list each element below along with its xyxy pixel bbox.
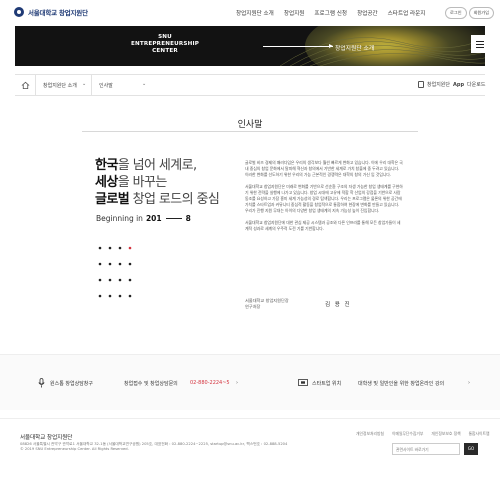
hero-title: SNU ENTREPRENEURSHIP CENTER [130,34,200,54]
title-divider [82,131,418,132]
hero-arrow [263,44,333,48]
footer-link-sitemap[interactable]: 통합사이트맵 [469,431,490,437]
chevron-right-icon: › [468,380,470,386]
greeting-paragraph: 서울대학교 창업지원단에 대한 관심 제공 시스템과 공조와 다른 인프라를 통… [245,219,401,231]
greeting-paragraph: 글로벌 비즈 경제의 패러다임은 우리의 생각보다 훨씬 빠르게 변화고 있습니… [245,160,403,178]
snu-emblem-icon [14,7,24,17]
consult-inquiry-label: 창업접수 및 창업상담문의 [124,381,178,387]
startup-location-link[interactable]: 스타트업 위치 [312,380,341,387]
greeting-paragraph: 서울대학교 창업지원단은 미래로 변화를 기반으로 선순환 구조의 자생 가능한… [245,183,403,214]
footer-address: 08826 서울특별시 관악구 관악로1 서울대학교 32-1동 (서울대학교연… [20,442,288,451]
breadcrumb-select-level1[interactable]: 창업지원단 소개 ⌄ [35,75,91,95]
nav-item-space[interactable]: 창업공간 [357,9,378,17]
signature-org: 서울대학교 창업지원단장 연구처장 [245,298,289,309]
related-sites-go-button[interactable]: GO [464,443,478,455]
footer-links: 개인정보처리방침 이메일무단수집거부 개인정보보호 정책 통합사이트맵 [356,431,490,437]
chevron-down-icon: ⌄ [82,81,87,87]
decorative-dot-grid [98,246,132,298]
onestop-consult-label[interactable]: 원스톱 창업상담창구 [50,380,93,387]
login-button[interactable]: 로그인 [445,7,467,19]
footer-link-privacy[interactable]: 개인정보처리방침 [356,431,384,437]
nav-item-programs[interactable]: 프로그램 신청 [314,9,347,17]
microphone-icon [38,378,45,388]
nav-item-support[interactable]: 창업지원 [284,9,305,17]
year-dash [165,218,182,219]
online-lecture-link[interactable]: 대학생 및 일반인을 위한 창업온라인 강의 [358,380,444,387]
hero-banner: SNU ENTREPRENEURSHIP CENTER 창업지원단 소개 [15,26,485,66]
main-nav: 창업지원단 소개 창업지원 프로그램 신청 창업공간 스타트업 라운지 [236,9,425,17]
page-title: 인사말 [237,120,263,130]
slogan: 한국을 넘어 세계로, 세상을 바꾸는 글로벌 창업 로드의 중심 [95,158,220,207]
nav-item-lounge[interactable]: 스타트업 라운지 [388,9,426,17]
greeting-body: 글로벌 비즈 경제의 패러다임은 우리의 생각보다 훨씬 빠르게 변화고 있습니… [245,160,403,237]
site-footer: 서울대학교 창업지원단 08826 서울특별시 관악구 관악로1 서울대학교 3… [0,418,500,478]
mobile-phone-icon [418,81,424,88]
footer-link-privacy-policy[interactable]: 개인정보보호 정책 [431,431,460,437]
signature: 서울대학교 창업지원단장 연구처장 김 용 진 [245,298,351,310]
breadcrumb: 창업지원단 소개 ⌄ 인사말 ⌄ 창업지원단 App 다운로드 [15,74,485,96]
signup-button[interactable]: 회원가입 [468,7,494,19]
home-icon[interactable] [21,81,30,90]
beginning-year: Beginning in 201 8 [96,214,191,223]
chevron-down-icon: ⌄ [142,81,147,87]
related-sites-select[interactable]: 관련사이트 바로가기 [392,443,460,455]
footer-link-email-refusal[interactable]: 이메일무단수집거부 [392,431,423,437]
breadcrumb-select-level2[interactable]: 인사말 ⌄ [91,75,151,95]
nav-item-about[interactable]: 창업지원단 소개 [236,9,274,17]
site-header: 서울대학교 창업지원단 창업지원단 소개 창업지원 프로그램 신청 창업공간 스… [0,0,500,26]
site-logo[interactable]: 서울대학교 창업지원단 [14,7,88,17]
monitor-icon [298,379,308,386]
util-nav: 로그인 회원가입 [445,7,494,19]
footer-org-name: 서울대학교 창업지원단 [20,435,73,441]
app-download-link[interactable]: 창업지원단 App 다운로드 [418,81,485,88]
contact-bar: 원스톱 창업상담창구 창업접수 및 창업상담문의 02-880-2224~5 ›… [0,354,500,410]
consult-phone[interactable]: 02-880-2224~5 [190,380,230,386]
logo-text: 서울대학교 창업지원단 [28,9,88,17]
signature-name: 김 용 진 [325,302,351,308]
hamburger-menu-icon[interactable] [471,35,485,53]
chevron-right-icon: › [236,380,238,386]
hero-section-label: 창업지원단 소개 [335,46,375,52]
